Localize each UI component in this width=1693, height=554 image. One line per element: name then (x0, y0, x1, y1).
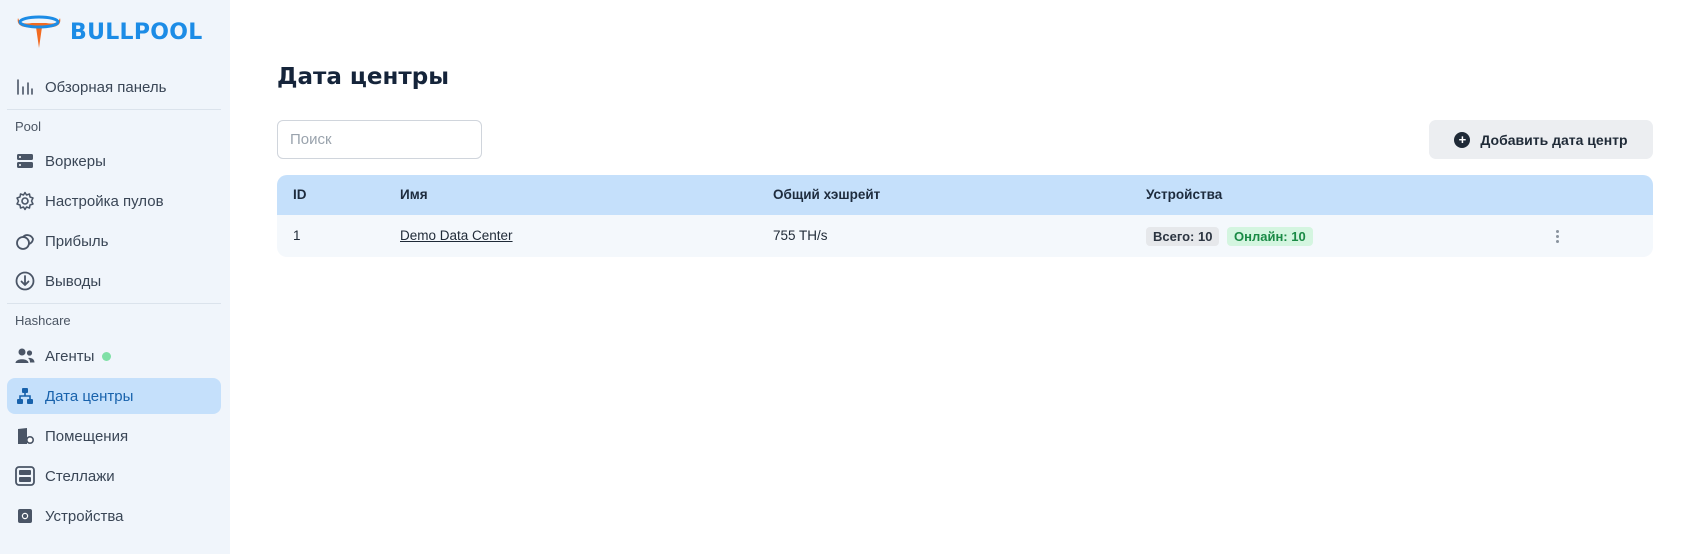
data-centers-table: ID Имя Общий хэшрейт Устройства 1 Demo D… (277, 175, 1653, 257)
add-data-center-button[interactable]: + Добавить дата центр (1429, 120, 1653, 159)
coins-icon (15, 231, 35, 251)
agents-status-indicator (102, 351, 112, 361)
sidebar-item-rooms[interactable]: Помещения (7, 418, 221, 454)
sidebar-divider (7, 109, 221, 110)
column-header-id[interactable]: ID (293, 175, 307, 215)
search-input[interactable] (277, 120, 482, 159)
table-row: 1 Demo Data Center 755 TH/s Всего: 10 Он… (277, 215, 1653, 257)
sidebar-item-label: Дата центры (45, 387, 134, 405)
row-actions-menu-icon[interactable] (1548, 227, 1566, 245)
sidebar-item-label: Стеллажи (45, 467, 115, 485)
sidebar-item-label: Устройства (45, 507, 124, 525)
section-label-pool: Pool (15, 119, 42, 134)
cell-id: 1 (293, 228, 301, 243)
chip-icon (15, 506, 35, 526)
brand-name: BULLPOOL (70, 19, 203, 45)
section-label-hashcare: Hashcare (15, 313, 71, 328)
sidebar-item-label: Прибыль (45, 232, 109, 250)
sidebar-item-label: Воркеры (45, 152, 106, 170)
sidebar-item-dashboard[interactable]: Обзорная панель (7, 69, 221, 105)
plus-circle-icon: + (1454, 131, 1471, 148)
devices-online-badge: Онлайн: 10 (1227, 227, 1313, 246)
sidebar-item-withdrawals[interactable]: Выводы (7, 263, 221, 299)
bull-logo-icon (17, 15, 61, 48)
users-icon (15, 346, 35, 366)
column-header-devices[interactable]: Устройства (1146, 175, 1222, 215)
sidebar-item-devices[interactable]: Устройства (7, 498, 221, 534)
sidebar-item-label: Помещения (45, 427, 129, 445)
cell-hashrate: 755 TH/s (773, 228, 828, 243)
sidebar-item-label: Настройка пулов (45, 192, 164, 210)
devices-total-badge: Всего: 10 (1146, 227, 1220, 246)
sidebar-item-label: Выводы (45, 272, 102, 290)
sidebar-item-data-centers[interactable]: Дата центры (7, 378, 221, 414)
rack-icon (15, 466, 35, 486)
sidebar-item-label: Агенты (45, 347, 95, 365)
add-data-center-label: Добавить дата центр (1480, 131, 1628, 148)
column-header-name[interactable]: Имя (400, 175, 428, 215)
server-icon (15, 151, 35, 171)
hierarchy-icon (15, 386, 35, 406)
sidebar-divider (7, 303, 221, 304)
brand-logo[interactable]: BULLPOOL (14, 14, 203, 50)
sidebar-item-workers[interactable]: Воркеры (7, 143, 221, 179)
download-circle-icon (15, 271, 35, 291)
column-header-hashrate[interactable]: Общий хэшрейт (773, 175, 880, 215)
table-header: ID Имя Общий хэшрейт Устройства (277, 175, 1653, 215)
building-gear-icon (15, 426, 35, 446)
cell-name: Demo Data Center (400, 215, 513, 257)
gear-icon (15, 191, 35, 211)
sidebar-item-pool-settings[interactable]: Настройка пулов (7, 183, 221, 219)
page-title: Дата центры (277, 64, 449, 90)
sidebar-item-agents[interactable]: Агенты (7, 338, 221, 374)
sidebar: BULLPOOL Обзорная панель Pool Воркеры На… (0, 0, 230, 554)
bar-chart-icon (15, 77, 35, 97)
sidebar-item-racks[interactable]: Стеллажи (7, 458, 221, 494)
data-center-name-link[interactable]: Demo Data Center (400, 228, 513, 243)
sidebar-item-profit[interactable]: Прибыль (7, 223, 221, 259)
sidebar-item-label: Обзорная панель (45, 78, 167, 96)
